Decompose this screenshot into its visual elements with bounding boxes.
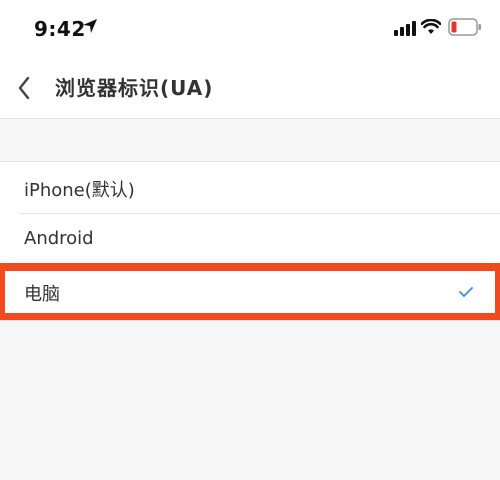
signal-icon xyxy=(394,21,416,36)
checkmark-icon xyxy=(459,287,473,297)
option-iphone[interactable]: iPhone(默认) xyxy=(0,162,500,214)
status-time: 9:42 xyxy=(34,17,86,41)
location-arrow-icon xyxy=(83,19,97,33)
status-bar: 9:42 xyxy=(0,0,500,58)
section-spacer xyxy=(0,119,500,162)
page-title: 浏览器标识(UA) xyxy=(55,76,214,100)
wifi-icon xyxy=(421,19,441,34)
option-label: Android xyxy=(24,228,94,249)
option-android[interactable]: Android xyxy=(0,214,500,266)
option-desktop[interactable]: 电脑 xyxy=(0,263,500,321)
option-label: iPhone(默认) xyxy=(24,180,135,201)
ua-options-list: iPhone(默认) Android 电脑 xyxy=(0,162,500,321)
chevron-left-icon xyxy=(18,76,30,100)
battery-low-icon xyxy=(448,18,481,36)
back-button[interactable] xyxy=(10,68,42,108)
option-label: 电脑 xyxy=(24,284,60,305)
empty-background xyxy=(0,321,500,480)
navigation-bar: 浏览器标识(UA) xyxy=(0,58,500,119)
